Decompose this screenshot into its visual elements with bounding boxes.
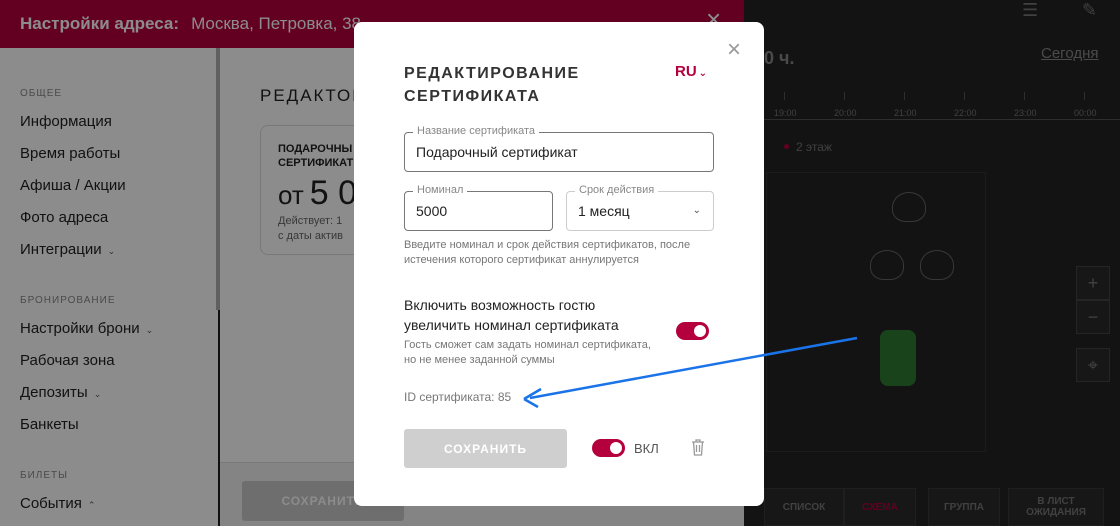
annotation-arrow	[523, 336, 858, 409]
